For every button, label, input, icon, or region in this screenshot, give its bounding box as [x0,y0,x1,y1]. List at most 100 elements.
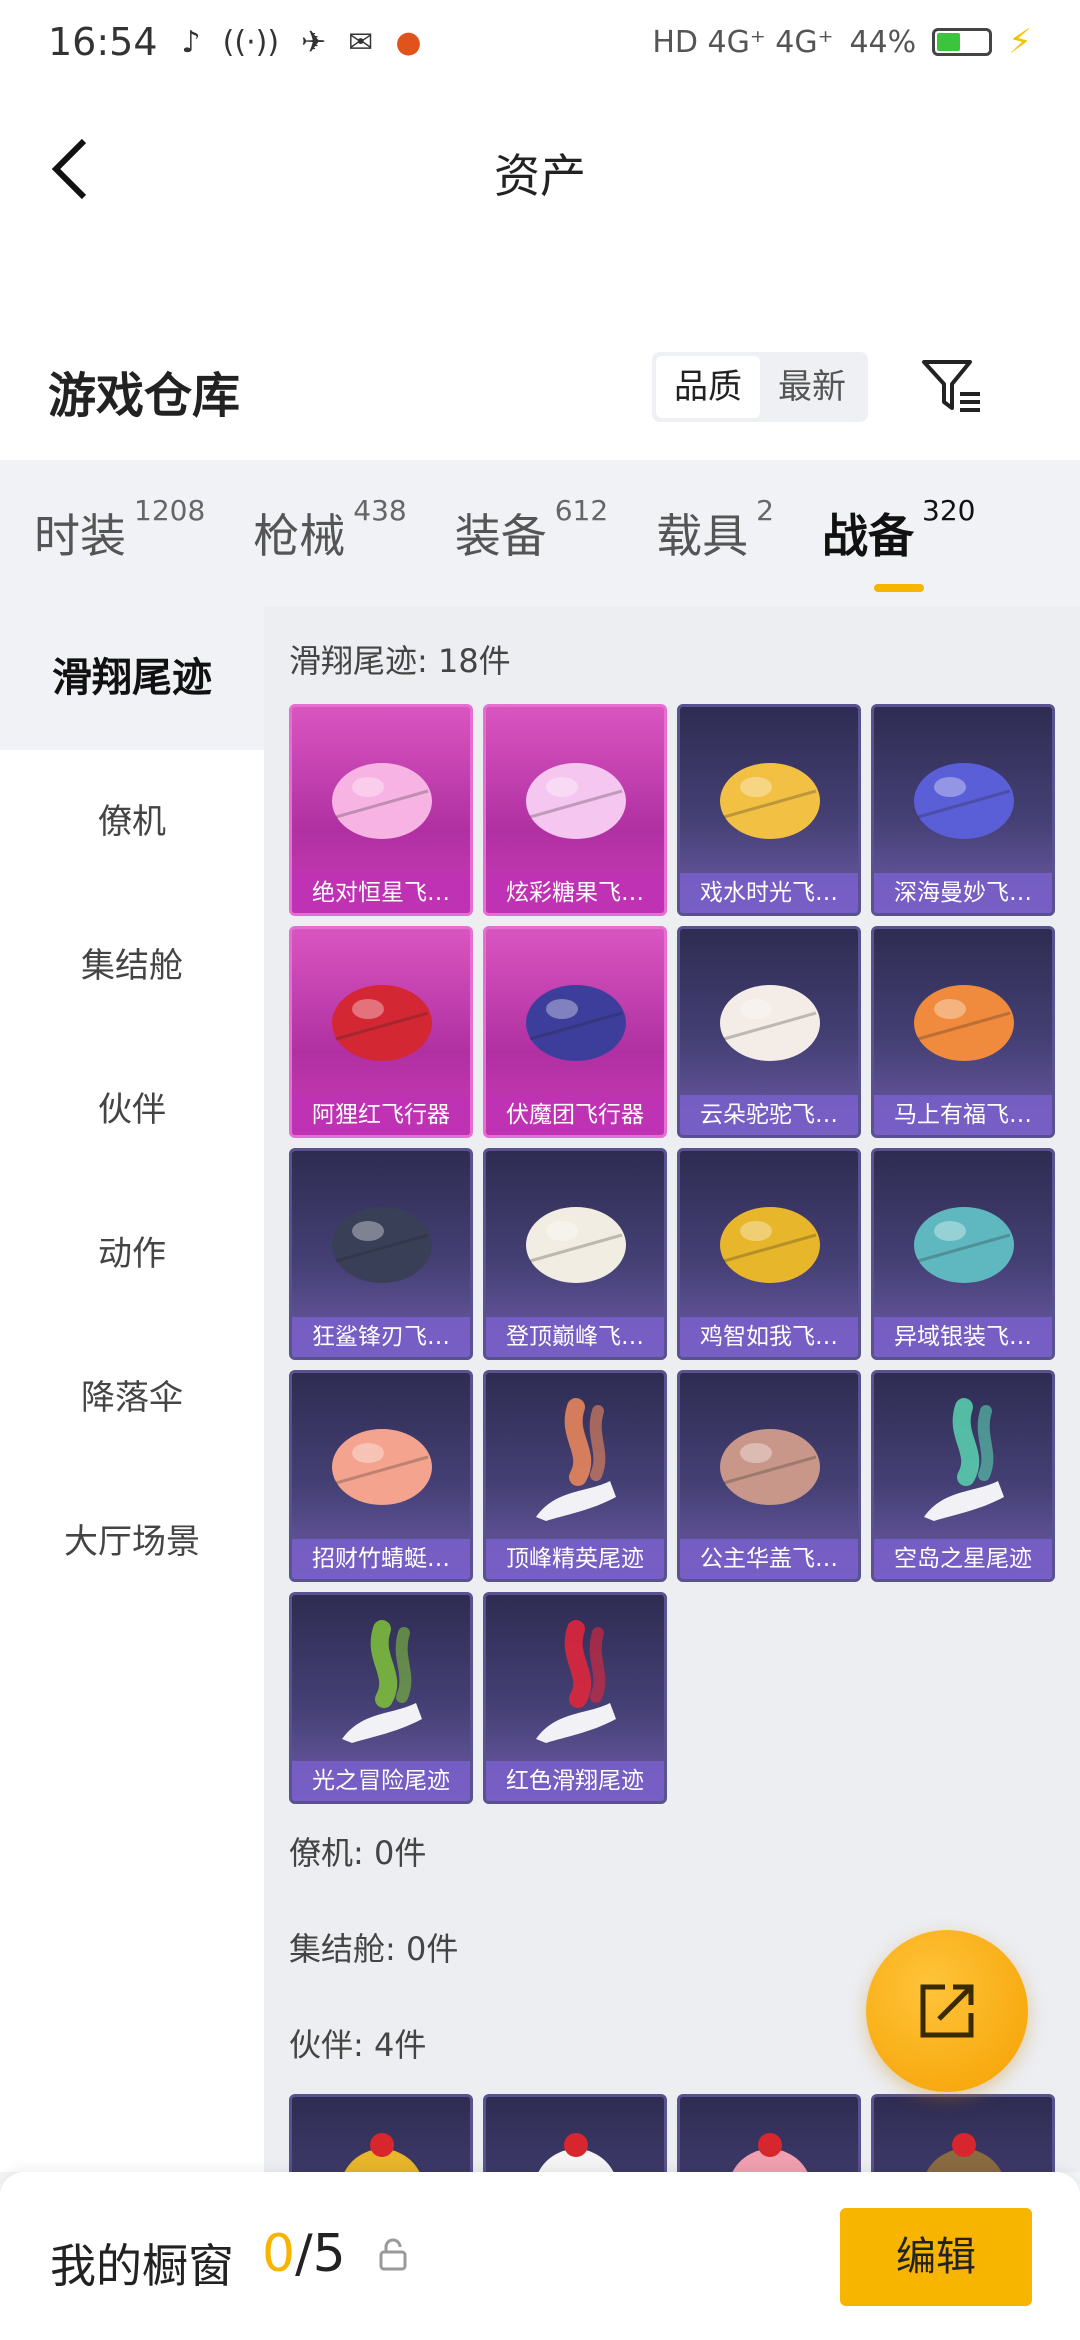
tab-count: 2 [756,494,774,527]
filter-button[interactable] [920,354,984,418]
sidebar: 滑翔尾迹 僚机 集结舱 伙伴 动作 降落伞 大厅场景 [0,606,264,2172]
item-card[interactable]: 空岛之星尾迹 [871,1370,1055,1582]
item-card[interactable]: 伏魔团飞行器 [483,926,667,1138]
item-card[interactable]: 深海曼妙飞… [871,704,1055,916]
sidebar-item-assembly-pod[interactable]: 集结舱 [0,894,264,1038]
sort-newest-option[interactable]: 最新 [760,356,864,418]
companion-card[interactable] [483,2094,667,2172]
planet-aircraft-icon [332,763,432,839]
tab-guns[interactable]: 枪械 438 [219,494,420,566]
sidebar-item-emote[interactable]: 动作 [0,1182,264,1326]
tab-count: 1208 [134,494,206,527]
charging-icon: ⚡ [1008,22,1032,62]
item-name: 狂鲨锋刃飞… [292,1317,470,1357]
tab-label: 战备 [822,509,914,563]
red-trail-icon [536,1620,616,1743]
item-card[interactable]: 公主华盖飞… [677,1370,861,1582]
tab-count: 320 [922,494,976,527]
showcase-title: 我的橱窗 [50,2239,234,2293]
edit-button[interactable]: 编辑 [840,2208,1032,2306]
blue-jet-icon [526,985,626,1061]
item-name: 鸡智如我飞… [680,1317,858,1357]
section-title-companion: 伙伴: 4件 [289,2026,427,2064]
shark-icon [332,1207,432,1283]
red-plane-icon [332,985,432,1061]
item-card[interactable]: 马上有福飞… [871,926,1055,1138]
item-card[interactable]: 云朵驼驼飞… [677,926,861,1138]
item-card[interactable]: 戏水时光飞… [677,704,861,916]
item-card[interactable]: 招财竹蜻蜓… [289,1370,473,1582]
item-name: 空岛之星尾迹 [874,1539,1052,1579]
sort-quality-option[interactable]: 品质 [656,356,760,418]
tab-fashion[interactable]: 时装 1208 [0,494,219,566]
sidebar-item-parachute[interactable]: 降落伞 [0,1326,264,1470]
lock-icon [379,2238,407,2271]
header: 资产 [0,84,1080,246]
item-card[interactable]: 光之冒险尾迹 [289,1592,473,1804]
sidebar-item-lobby-scene[interactable]: 大厅场景 [0,1470,264,1614]
page-title: 资产 [494,149,586,203]
item-card[interactable]: 炫彩糖果飞… [483,704,667,916]
item-name: 公主华盖飞… [680,1539,858,1579]
item-card[interactable]: 顶峰精英尾迹 [483,1370,667,1582]
sidebar-item-companion[interactable]: 伙伴 [0,1038,264,1182]
radio-icon: ((·)) [222,24,280,60]
companion-card[interactable] [871,2094,1055,2172]
item-card[interactable]: 阿狸红飞行器 [289,926,473,1138]
tab-count: 612 [554,494,609,527]
tab-equipment[interactable]: 装备 612 [421,494,622,566]
network-indicator: HD 4G⁺ 4G⁺ [652,24,834,60]
section-title-glide-trail: 滑翔尾迹: 18件 [289,642,511,680]
giraffe-float-icon [720,763,820,839]
tab-label: 枪械 [253,509,346,563]
tab-label: 时装 [34,509,126,563]
tab-vehicles[interactable]: 载具 2 [622,494,788,566]
companion-girl-icon [732,2133,808,2172]
showcase-bar: 我的橱窗 0/5 编辑 [0,2172,1080,2340]
tab-label: 载具 [656,509,749,563]
item-name: 戏水时光飞… [680,873,858,913]
item-card[interactable]: 登顶巅峰飞… [483,1148,667,1360]
companion-soldier-icon [926,2133,1002,2172]
item-card[interactable]: 狂鲨锋刃飞… [289,1148,473,1360]
tiktok-icon: ♪ [181,24,201,60]
mail-icon: ✉ [348,24,374,60]
green-trail-icon [342,1620,422,1743]
canopy-icon [720,1429,820,1505]
warehouse-title: 游戏仓库 [48,368,241,424]
pumpkin-icon: ● [395,24,422,60]
companion-card[interactable] [289,2094,473,2172]
item-name: 云朵驼驼飞… [680,1095,858,1135]
share-button[interactable] [866,1930,1028,2092]
item-name: 光之冒险尾迹 [292,1761,470,1801]
item-name: 炫彩糖果飞… [486,873,664,913]
white-glider-icon [526,1207,626,1283]
item-name: 招财竹蜻蜓… [292,1539,470,1579]
item-card[interactable]: 绝对恒星飞… [289,704,473,916]
item-card[interactable]: 红色滑翔尾迹 [483,1592,667,1804]
pony-icon [914,985,1014,1061]
status-app-icons: ♪ ((·)) ✈ ✉ ● [182,25,422,60]
status-time: 16:54 [48,20,158,64]
status-bar: 16:54 ♪ ((·)) ✈ ✉ ● HD 4G⁺ 4G⁺ 44% ⚡ [0,0,1080,84]
sort-toggle: 品质 最新 [652,352,868,422]
section-title-assembly-pod: 集结舱: 0件 [289,1930,459,1968]
filter-icon [922,360,980,412]
active-tab-indicator [874,584,924,592]
item-name: 登顶巅峰飞… [486,1317,664,1357]
sidebar-item-glide-trail[interactable]: 滑翔尾迹 [0,606,264,750]
item-name: 绝对恒星飞… [292,873,470,913]
item-name: 阿狸红飞行器 [292,1095,470,1135]
sidebar-item-wingman[interactable]: 僚机 [0,750,264,894]
item-card[interactable]: 鸡智如我飞… [677,1148,861,1360]
showcase-count-total: /5 [295,2224,346,2284]
tab-combat-gear[interactable]: 战备 320 [788,494,989,592]
item-card[interactable]: 异域银装飞… [871,1148,1055,1360]
item-name: 深海曼妙飞… [874,873,1052,913]
companion-card[interactable] [677,2094,861,2172]
showcase-count: 0/5 [262,2224,346,2284]
section-title-wingman: 僚机: 0件 [289,1834,427,1872]
alpaca-icon [720,985,820,1061]
companion-chicken-icon [344,2133,420,2172]
warehouse-bar: 游戏仓库 品质 最新 [0,246,1080,460]
